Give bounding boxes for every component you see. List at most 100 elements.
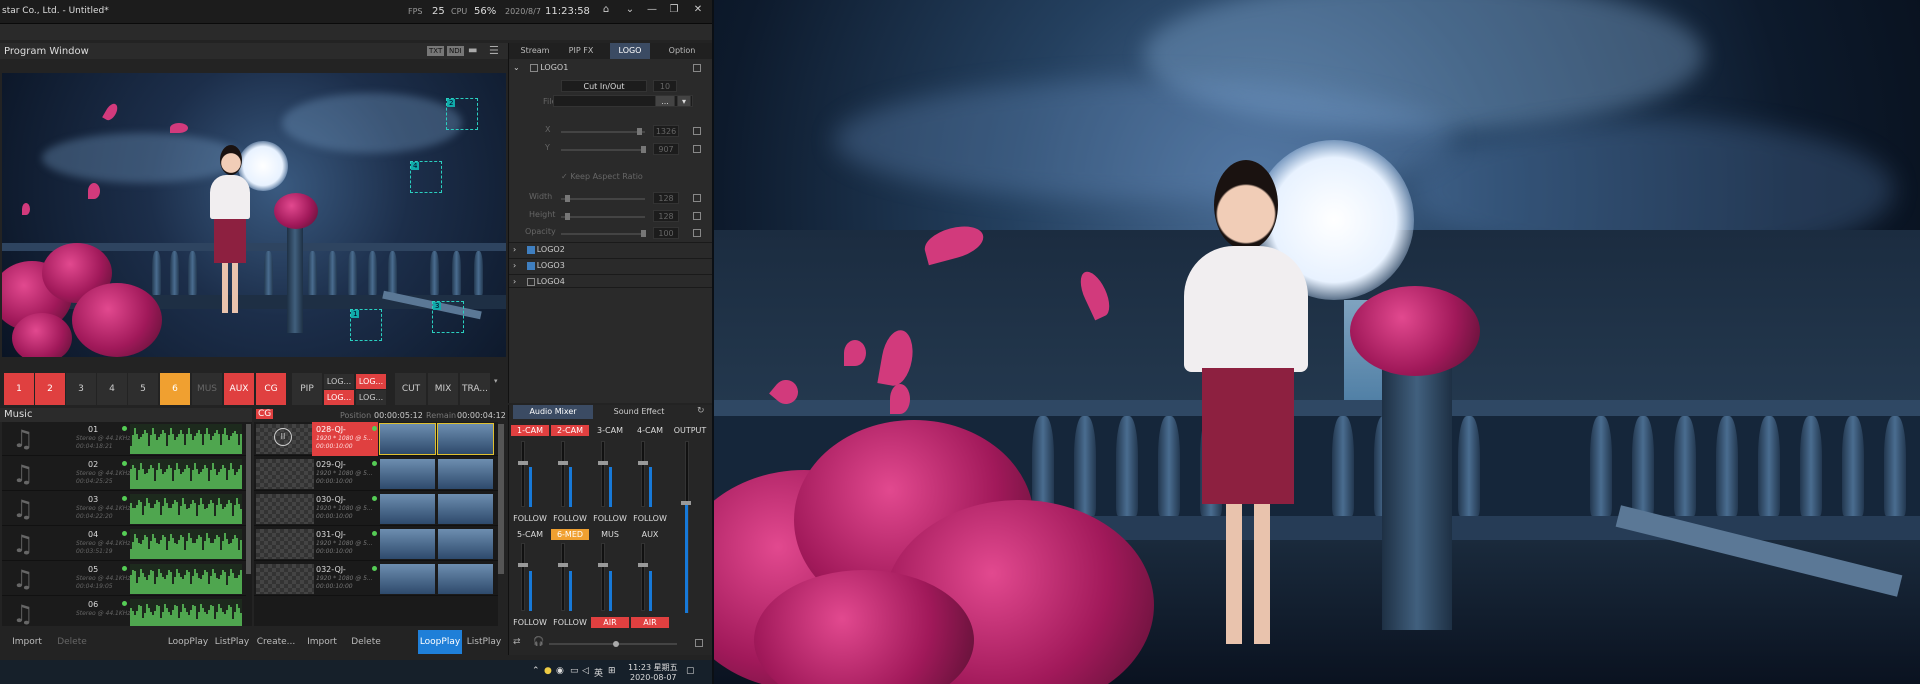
tab-audio-mixer[interactable]: Audio Mixer bbox=[513, 405, 593, 419]
logo2-row[interactable]: › LOGO2 bbox=[509, 242, 712, 256]
refresh-icon[interactable]: ↻ bbox=[697, 406, 705, 416]
width-slider[interactable] bbox=[561, 195, 645, 202]
air-aux[interactable]: AIR bbox=[631, 617, 669, 628]
logo-toggle-2[interactable]: LOG... bbox=[356, 374, 386, 389]
music-track[interactable]: ♫ 06 Stereo @ 44.1KHz bbox=[2, 597, 246, 626]
height-reset-icon[interactable] bbox=[693, 212, 701, 220]
logo-placeholder-3[interactable]: 3 bbox=[432, 301, 464, 333]
logo-placeholder-2[interactable]: 2 bbox=[446, 98, 478, 130]
opacity-value[interactable]: 100 bbox=[653, 227, 679, 239]
height-slider[interactable] bbox=[561, 213, 645, 220]
cg-listplay-button[interactable]: ListPlay bbox=[464, 630, 504, 654]
mix-button[interactable]: MIX bbox=[428, 373, 458, 405]
music-import-button[interactable]: Import bbox=[2, 630, 52, 654]
music-track[interactable]: ♫ 02 Stereo @ 44.1KHz 00:04:25:25 bbox=[2, 457, 246, 491]
source-mus-button[interactable]: MUS bbox=[192, 373, 222, 405]
transition-button[interactable]: TRA... bbox=[460, 373, 490, 405]
tab-logo[interactable]: LOGO bbox=[610, 43, 650, 59]
keyboard-icon[interactable]: ⊞ bbox=[608, 666, 616, 676]
keep-aspect-row[interactable]: ✓ Keep Aspect Ratio bbox=[509, 170, 712, 184]
headphones-icon[interactable]: 🎧 bbox=[533, 637, 544, 647]
fader-1[interactable] bbox=[521, 441, 525, 507]
volume-icon[interactable]: ◁ bbox=[582, 666, 589, 676]
width-value[interactable]: 128 bbox=[653, 192, 679, 204]
fader-knob[interactable] bbox=[558, 563, 568, 567]
cg-item[interactable]: 029-QJ- 1920 * 1080 @ 5... 00:00:10:00 bbox=[254, 457, 498, 491]
effect-select[interactable]: Cut In/Out bbox=[561, 80, 647, 92]
channel-3-cam[interactable]: 3-CAM bbox=[591, 425, 629, 436]
mixer-settings-icon[interactable] bbox=[695, 639, 703, 647]
follow-2[interactable]: FOLLOW bbox=[551, 513, 589, 524]
file-dropdown-icon[interactable]: ▾ bbox=[677, 95, 691, 107]
monitor-volume-slider[interactable] bbox=[549, 641, 677, 647]
cg-loopplay-button[interactable]: LoopPlay bbox=[418, 630, 462, 654]
logo-placeholder-4[interactable]: 4 bbox=[410, 161, 442, 193]
comment-icon[interactable]: ▬ bbox=[468, 45, 477, 56]
logo1-row[interactable]: ⌄ LOGO1 bbox=[509, 61, 712, 75]
follow-4[interactable]: FOLLOW bbox=[631, 513, 669, 524]
fader-6[interactable] bbox=[561, 543, 565, 611]
logo1-checkbox[interactable] bbox=[530, 63, 539, 72]
y-slider[interactable] bbox=[561, 146, 646, 153]
music-track[interactable]: ♫ 03 Stereo @ 44.1KHz 00:04:22:20 bbox=[2, 492, 246, 526]
channel-1-cam[interactable]: 1-CAM bbox=[511, 425, 549, 436]
follow-6[interactable]: FOLLOW bbox=[551, 617, 589, 628]
home-icon[interactable]: ⌂ bbox=[598, 4, 614, 18]
taskbar-date[interactable]: 2020-08-07 bbox=[630, 673, 677, 682]
tab-sound-effect[interactable]: Sound Effect bbox=[599, 405, 679, 419]
fader-4[interactable] bbox=[641, 441, 645, 507]
fader-knob[interactable] bbox=[638, 461, 648, 465]
x-slider[interactable] bbox=[561, 128, 645, 135]
logo1-settings-icon[interactable] bbox=[693, 64, 701, 72]
txt-button[interactable]: TXT bbox=[427, 46, 445, 56]
tray-up-icon[interactable]: ⌃ bbox=[532, 666, 540, 676]
y-value[interactable]: 907 bbox=[653, 143, 679, 155]
logo-placeholder-1[interactable]: 1 bbox=[350, 309, 382, 341]
opacity-reset-icon[interactable] bbox=[693, 229, 701, 237]
fader-knob[interactable] bbox=[598, 563, 608, 567]
cg-import-button[interactable]: Import bbox=[300, 630, 344, 654]
logo3-row[interactable]: › LOGO3 bbox=[509, 258, 712, 272]
cut-button-2[interactable]: CUT bbox=[396, 373, 426, 405]
cg-delete-button[interactable]: Delete bbox=[346, 630, 386, 654]
transition-dropdown-icon[interactable]: ▾ bbox=[494, 377, 498, 385]
program-preview[interactable]: 2 4 1 3 bbox=[2, 73, 506, 357]
ndi-button[interactable]: NDI bbox=[447, 46, 464, 56]
effect-duration[interactable]: 10 bbox=[653, 80, 677, 92]
fader-knob[interactable] bbox=[558, 461, 568, 465]
network-icon[interactable]: ▭ bbox=[570, 666, 579, 676]
source-5-button[interactable]: 5 bbox=[128, 373, 158, 405]
music-listplay-button[interactable]: ListPlay bbox=[212, 630, 252, 654]
channel-5-cam[interactable]: 5-CAM bbox=[511, 529, 549, 540]
follow-3[interactable]: FOLLOW bbox=[591, 513, 629, 524]
source-4-button[interactable]: 4 bbox=[97, 373, 127, 405]
minimize-icon[interactable]: — bbox=[644, 4, 660, 18]
menu-icon[interactable]: ☰ bbox=[489, 44, 499, 57]
x-reset-icon[interactable] bbox=[693, 127, 701, 135]
music-scrollbar[interactable] bbox=[246, 424, 251, 574]
channel-2-cam[interactable]: 2-CAM bbox=[551, 425, 589, 436]
channel-4-cam[interactable]: 4-CAM bbox=[631, 425, 669, 436]
restore-icon[interactable]: ❐ bbox=[666, 4, 682, 18]
channel-mus[interactable]: MUS bbox=[591, 529, 629, 540]
tab-option[interactable]: Option bbox=[659, 43, 705, 59]
tab-stream[interactable]: Stream bbox=[513, 43, 557, 59]
logo-toggle-3[interactable]: LOG... bbox=[324, 390, 354, 405]
logo3-checkbox[interactable] bbox=[526, 261, 535, 270]
fader-knob[interactable] bbox=[518, 461, 528, 465]
fader-aux[interactable] bbox=[641, 543, 645, 611]
fader-knob[interactable] bbox=[681, 501, 691, 505]
fader-3[interactable] bbox=[601, 441, 605, 507]
fader-5[interactable] bbox=[521, 543, 525, 611]
pip-button[interactable]: PIP bbox=[292, 373, 322, 405]
chevron-down-icon[interactable]: ⌄ bbox=[513, 63, 520, 72]
source-cg-button[interactable]: CG bbox=[256, 373, 286, 405]
tab-pip-fx[interactable]: PIP FX bbox=[559, 43, 603, 59]
loop-icon[interactable]: ⇄ bbox=[513, 637, 521, 647]
music-delete-button[interactable]: Delete bbox=[52, 630, 92, 654]
logo2-checkbox[interactable] bbox=[526, 245, 535, 254]
taskbar-time[interactable]: 11:23 星期五 bbox=[628, 662, 678, 673]
fader-knob[interactable] bbox=[518, 563, 528, 567]
chevron-right-icon[interactable]: › bbox=[513, 245, 516, 254]
music-track[interactable]: ♫ 01 Stereo @ 44.1KHz 00:04:18:21 bbox=[2, 422, 246, 456]
